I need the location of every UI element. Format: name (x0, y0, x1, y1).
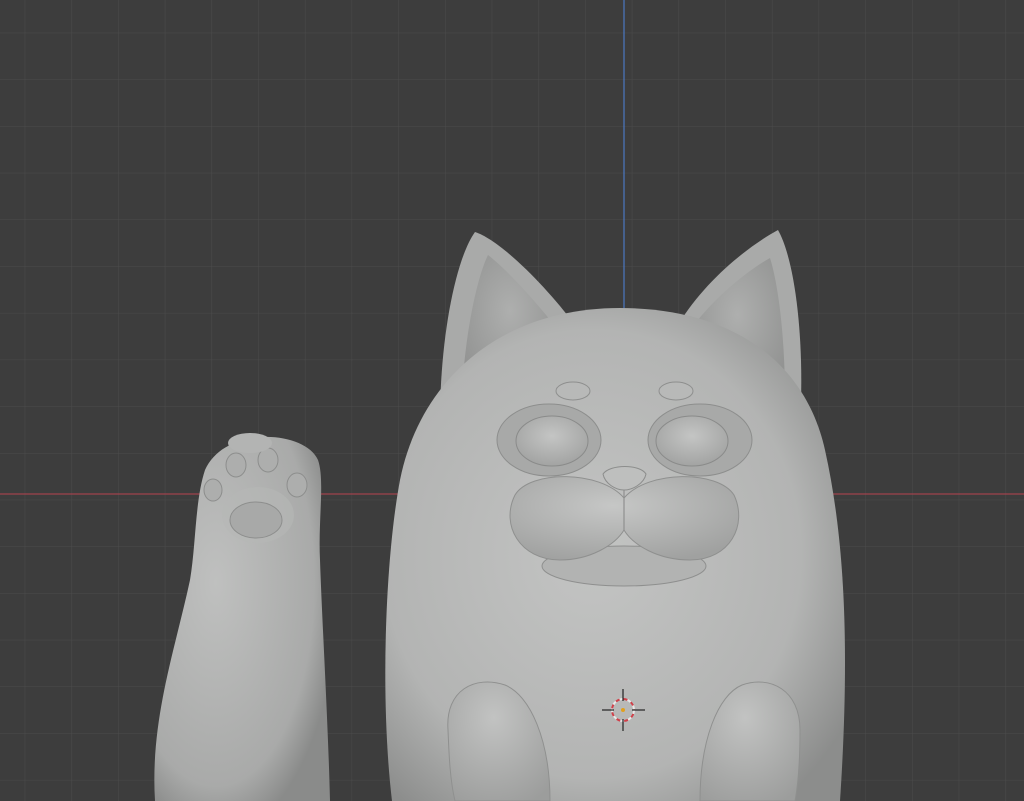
right-eye[interactable] (655, 415, 729, 467)
left-brow (555, 381, 591, 401)
right-brow (658, 381, 694, 401)
left-eye[interactable] (515, 415, 589, 467)
viewport-canvas[interactable] (0, 0, 1024, 801)
3d-viewport[interactable] (0, 0, 1024, 801)
